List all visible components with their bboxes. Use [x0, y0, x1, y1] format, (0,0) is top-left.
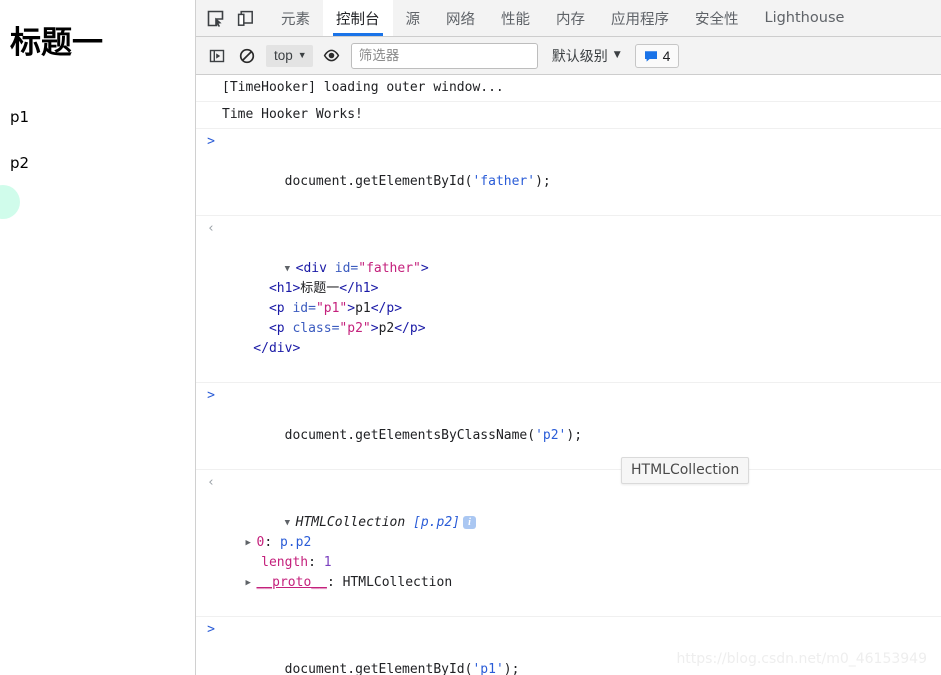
output-arrow-icon: ‹	[203, 219, 219, 239]
tab-elements[interactable]: 元素	[268, 0, 323, 36]
tab-memory[interactable]: 内存	[543, 0, 598, 36]
message-count-badge[interactable]: 4	[635, 44, 680, 68]
inspect-element-icon[interactable]	[200, 0, 230, 36]
tab-security[interactable]: 安全性	[682, 0, 752, 36]
input-expr-end: );	[535, 174, 551, 189]
tab-label: 安全性	[695, 8, 739, 29]
input-string: 'p2'	[535, 428, 566, 443]
collection-length-value: 1	[324, 555, 332, 570]
execution-context-select[interactable]: top ▼	[266, 45, 313, 67]
tab-label: 内存	[556, 8, 585, 29]
expand-triangle-icon[interactable]: ▶	[245, 573, 256, 593]
dom-attr-name: class=	[292, 321, 339, 336]
console-row-log: [TimeHooker] loading outer window...	[196, 75, 941, 102]
input-string: 'p1'	[472, 662, 503, 675]
clear-console-icon[interactable]	[232, 42, 262, 70]
console-row-input: > document.getElementsByClassName('p2');	[196, 383, 941, 470]
tab-label: 网络	[446, 8, 475, 29]
console-filter-input[interactable]	[351, 43, 538, 69]
console-output-area[interactable]: [TimeHooker] loading outer window... Tim…	[196, 75, 941, 675]
devtools-tabbar: 元素 控制台 源 网络 性能 内存 应用程序 安全性 Lighthouse	[196, 0, 941, 37]
collection-index-value: p.p2	[280, 535, 311, 550]
input-arrow-icon: >	[203, 620, 219, 640]
tab-label: 应用程序	[611, 8, 669, 29]
dom-attr-value: "father"	[358, 261, 421, 276]
input-string: 'father'	[472, 174, 535, 189]
console-row-log: Time Hooker Works!	[196, 102, 941, 129]
expand-triangle-icon[interactable]: ▶	[245, 533, 256, 553]
tab-label: 元素	[281, 8, 310, 29]
dom-tag-name: p	[277, 301, 285, 316]
collection-name: HTMLCollection	[296, 515, 406, 530]
log-level-value: 默认级别	[552, 46, 608, 66]
console-row-output-dom[interactable]: ‹ ▼<div id="father"> <h1>标题一</h1> <p id=…	[196, 216, 941, 383]
live-expression-eye-icon[interactable]	[317, 42, 347, 70]
collection-proto-value: HTMLCollection	[343, 575, 453, 590]
watermark-text: https://blog.csdn.net/m0_46153949	[676, 651, 927, 667]
collection-length-key: length	[261, 555, 308, 570]
input-expr: document.getElementById(	[285, 662, 473, 675]
expand-triangle-icon[interactable]: ▼	[285, 259, 296, 279]
input-expr: document.getElementById(	[285, 174, 473, 189]
log-text: [TimeHooker] loading outer window...	[222, 80, 504, 95]
tab-label: Lighthouse	[765, 10, 845, 26]
collection-proto-key: __proto__	[256, 575, 326, 590]
page-paragraph-p2: p2	[10, 156, 29, 171]
dom-text: p1	[355, 301, 371, 316]
expand-triangle-icon[interactable]: ▼	[285, 513, 296, 533]
device-toolbar-icon[interactable]	[230, 0, 260, 36]
tab-performance[interactable]: 性能	[488, 0, 543, 36]
log-level-select[interactable]: 默认级别 ▼	[552, 46, 621, 66]
dom-attr-value: "p1"	[316, 301, 347, 316]
page-paragraph-p1: p1	[10, 110, 29, 125]
execution-context-value: top	[274, 48, 293, 63]
console-filter-toolbar: top ▼ 默认级别 ▼ 4	[196, 37, 941, 75]
input-expr: document.getElementsByClassName(	[285, 428, 535, 443]
dom-attr-name: id=	[292, 301, 315, 316]
tab-application[interactable]: 应用程序	[598, 0, 682, 36]
tab-label: 性能	[501, 8, 530, 29]
dom-tag-name: h1	[355, 281, 371, 296]
screenshot-root: 标题一 p1 p2 元素 控制台 源 网络 性能	[0, 0, 941, 675]
dom-attr-name: id=	[335, 261, 358, 276]
log-text: Time Hooker Works!	[222, 107, 363, 122]
devtools-panel: 元素 控制台 源 网络 性能 内存 应用程序 安全性 Lighthouse	[196, 0, 941, 675]
dom-tag-name: p	[277, 321, 285, 336]
console-row-input: > document.getElementById('father');	[196, 129, 941, 216]
console-row-output-collection[interactable]: ‹ ▼HTMLCollection [p.p2]i ▶0: p.p2 lengt…	[196, 470, 941, 617]
page-heading: 标题一	[10, 28, 103, 59]
input-expr-end: );	[504, 662, 520, 675]
decorative-circle	[0, 185, 20, 219]
info-icon[interactable]: i	[463, 516, 476, 529]
dom-tag-name: div	[269, 341, 292, 356]
chevron-down-icon: ▼	[614, 51, 621, 60]
output-arrow-icon: ‹	[203, 473, 219, 493]
tab-sources[interactable]: 源	[393, 0, 434, 36]
tab-console[interactable]: 控制台	[323, 0, 393, 36]
console-sidebar-icon[interactable]	[202, 42, 232, 70]
dom-text: 标题一	[300, 281, 339, 296]
message-count-value: 4	[663, 48, 671, 64]
collection-contents: [p.p2]	[413, 515, 460, 530]
tab-label: 源	[406, 8, 421, 29]
chevron-down-icon: ▼	[298, 51, 307, 60]
message-count-icon	[644, 49, 658, 63]
tab-label: 控制台	[336, 8, 380, 29]
tab-lighthouse[interactable]: Lighthouse	[752, 0, 858, 36]
dom-tag-name: p	[410, 321, 418, 336]
rendered-webpage-pane: 标题一 p1 p2	[0, 0, 196, 675]
input-arrow-icon: >	[203, 386, 219, 406]
dom-text: p2	[379, 321, 395, 336]
dom-tag-name: div	[303, 261, 326, 276]
tooltip: HTMLCollection	[621, 457, 749, 484]
input-expr-end: );	[566, 428, 582, 443]
tabbar-separator	[260, 0, 268, 36]
dom-tag-name: h1	[277, 281, 293, 296]
dom-attr-value: "p2"	[339, 321, 370, 336]
input-arrow-icon: >	[203, 132, 219, 152]
tab-network[interactable]: 网络	[433, 0, 488, 36]
